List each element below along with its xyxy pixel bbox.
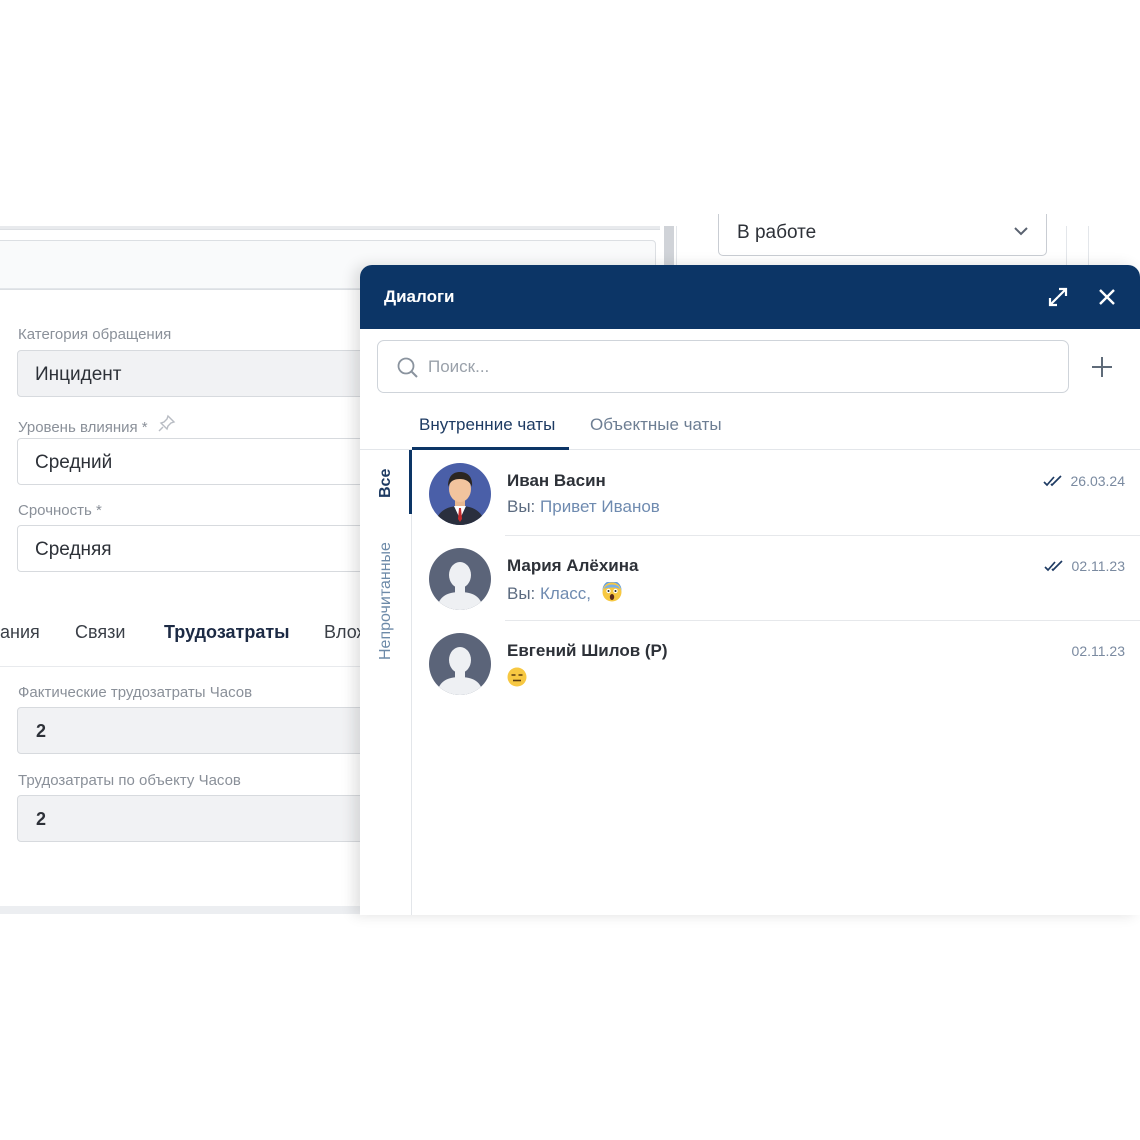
chat-prefix: Вы:: [507, 497, 536, 516]
category-label: Категория обращения: [18, 326, 172, 343]
side-tab-all[interactable]: Все: [377, 469, 395, 498]
status-select[interactable]: В работе: [718, 214, 1047, 256]
chat-prefix: Вы:: [507, 584, 536, 603]
chat-date: 26.03.24: [1070, 473, 1126, 489]
chat-name: Иван Васин: [507, 471, 606, 490]
side-tabs: Все Непрочитанные: [360, 450, 412, 915]
chat-name: Евгений Шилов (Р): [507, 641, 668, 660]
chat-date: 02.11.23: [1071, 643, 1125, 659]
chat-preview: Вы: Класс,: [507, 580, 622, 604]
tab-object-chats[interactable]: Объектные чаты: [590, 415, 722, 435]
search-box[interactable]: [377, 340, 1069, 393]
chat-name: Мария Алёхина: [507, 556, 639, 575]
form-top-strip: [0, 226, 660, 230]
chevron-down-icon: [1012, 222, 1030, 246]
search-input[interactable]: [428, 353, 1048, 381]
chat-date-row: 02.11.23: [1072, 643, 1125, 659]
tab-labor[interactable]: Трудозатраты: [164, 622, 290, 643]
silhouette-avatar: [429, 548, 491, 610]
add-chat-icon[interactable]: [1090, 355, 1114, 379]
scrollbar[interactable]: [664, 226, 674, 268]
chat-message: Класс,: [540, 584, 592, 603]
double-check-icon: [1042, 474, 1063, 490]
chat-message: Привет Иванов: [540, 497, 660, 516]
impact-label: Уровень влияния *: [18, 419, 148, 436]
side-tab-unread[interactable]: Непрочитанные: [377, 542, 395, 660]
tab-internal-chats[interactable]: Внутренние чаты: [419, 415, 555, 435]
double-check-icon: [1043, 559, 1064, 575]
object-hours-label: Трудозатраты по объекту Часов: [18, 772, 241, 789]
chat-preview: [507, 667, 527, 689]
side-active-bar: [409, 450, 412, 514]
close-icon[interactable]: [1095, 285, 1119, 309]
silhouette-avatar: [429, 633, 491, 695]
chat-item[interactable]: Евгений Шилов (Р) 02.11.23: [413, 621, 1140, 706]
active-tab-underline: [412, 447, 569, 450]
chat-item[interactable]: Мария Алёхина Вы: Класс, 02.11.23: [413, 536, 1140, 621]
impact-label-row: Уровень влияния *: [18, 414, 176, 436]
dialogs-title: Диалоги: [384, 287, 455, 306]
actual-hours-label: Фактические трудозатраты Часов: [18, 684, 253, 701]
dialogs-header: Диалоги: [360, 265, 1140, 329]
chat-date: 02.11.23: [1071, 558, 1125, 574]
tab-links[interactable]: Связи: [75, 622, 125, 643]
expressionless-face-icon: [507, 667, 527, 687]
dialogs-panel: Диалоги Внутренние чаты Объектные чаты В…: [360, 265, 1140, 915]
right-divider: [1066, 226, 1067, 268]
status-value: В работе: [737, 222, 817, 243]
expand-icon[interactable]: [1046, 285, 1070, 309]
man-avatar: [429, 463, 491, 525]
search-icon: [396, 356, 420, 385]
right-divider: [1088, 226, 1089, 268]
chat-date-row: 26.03.24: [1042, 473, 1126, 490]
pin-icon[interactable]: [158, 414, 176, 436]
tab-partial[interactable]: ания: [0, 622, 40, 643]
urgency-label: Срочность *: [18, 502, 102, 519]
chat-tabs: Внутренние чаты Объектные чаты: [360, 410, 1140, 450]
chat-date-row: 02.11.23: [1043, 558, 1125, 575]
screaming-face-icon: [602, 580, 622, 602]
chat-item[interactable]: Иван Васин Вы: Привет Иванов 26.03.24: [413, 451, 1140, 536]
chat-preview: Вы: Привет Иванов: [507, 497, 660, 517]
